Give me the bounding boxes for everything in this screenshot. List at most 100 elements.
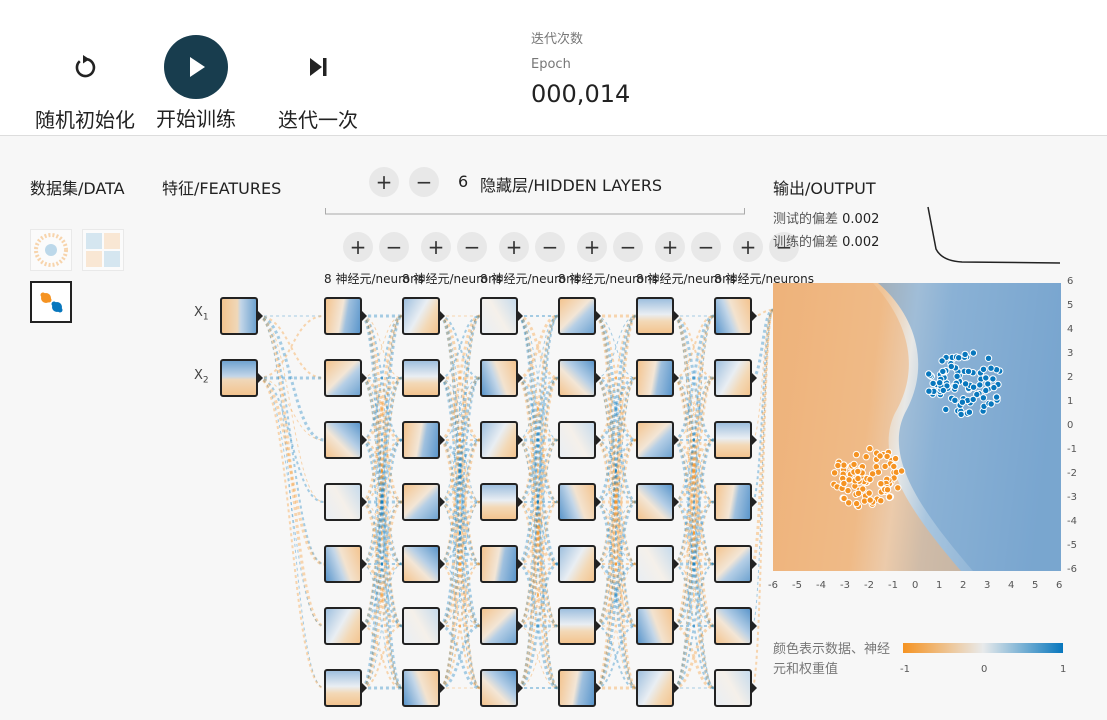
neuron-l3-n5[interactable]	[480, 545, 523, 583]
weight-link[interactable]	[517, 315, 559, 441]
test-loss: 测试的偏差 0.002	[773, 208, 879, 227]
neuron-l2-n6[interactable]	[402, 607, 445, 645]
weight-link[interactable]	[438, 314, 482, 628]
neuron-l4-n1[interactable]	[558, 297, 601, 335]
blue-data-point	[982, 374, 990, 382]
weight-link[interactable]	[361, 500, 403, 690]
blue-data-point	[992, 393, 1001, 401]
neuron-l3-n4[interactable]	[480, 483, 523, 521]
neuron-l6-n4[interactable]	[714, 483, 757, 521]
neuron-l2-n3[interactable]	[402, 421, 445, 459]
neuron-l3-n3[interactable]	[480, 421, 523, 459]
orange-data-point	[845, 499, 853, 507]
neuron-l4-n6[interactable]	[558, 607, 601, 645]
orange-data-point	[885, 493, 894, 501]
y-axis-tick: -3	[1067, 492, 1077, 503]
train-loss-value: 0.002	[842, 235, 880, 250]
feature-x2-node[interactable]	[220, 359, 263, 397]
x-axis-tick: -5	[792, 580, 802, 591]
neuron-l2-n2[interactable]	[402, 359, 445, 397]
neuron-l1-n6[interactable]	[324, 607, 367, 645]
blue-data-point	[982, 386, 990, 395]
blue-data-point	[947, 362, 956, 371]
neuron-l6-n5[interactable]	[714, 545, 757, 583]
neuron-l1-n5[interactable]	[324, 545, 367, 583]
weight-link[interactable]	[673, 315, 715, 503]
weight-link[interactable]	[517, 501, 559, 689]
neuron-l5-n5[interactable]	[636, 545, 679, 583]
weight-link[interactable]	[517, 315, 559, 503]
weight-link[interactable]	[517, 562, 559, 690]
weight-link[interactable]	[595, 314, 637, 504]
neuron-l4-n4[interactable]	[558, 483, 601, 521]
neuron-l6-n3[interactable]	[714, 421, 757, 459]
neuron-l1-n7[interactable]	[324, 669, 367, 707]
weight-link[interactable]	[257, 377, 325, 627]
neuron-l5-n2[interactable]	[636, 359, 679, 397]
weight-link[interactable]	[361, 314, 403, 504]
neuron-l2-n7[interactable]	[402, 669, 445, 707]
neuron-l3-n7[interactable]	[480, 669, 523, 707]
neuron-l6-n6[interactable]	[714, 607, 757, 645]
blue-data-point	[965, 408, 974, 416]
weight-link[interactable]	[361, 315, 403, 627]
neuron-l5-n4[interactable]	[636, 483, 679, 521]
neuron-l1-n4[interactable]	[324, 483, 367, 521]
weight-link[interactable]	[595, 315, 637, 627]
neuron-l6-n7[interactable]	[714, 669, 757, 707]
weight-link[interactable]	[439, 501, 481, 689]
legend-tick-mid: 0	[981, 664, 988, 675]
blue-data-point	[984, 354, 993, 363]
weight-link[interactable]	[257, 315, 325, 689]
weight-link[interactable]	[517, 315, 559, 627]
y-axis-tick: -4	[1067, 516, 1077, 527]
neuron-l2-n4[interactable]	[402, 483, 445, 521]
neuron-l1-n1[interactable]	[324, 297, 367, 335]
weight-link[interactable]	[673, 314, 715, 442]
weight-link[interactable]	[673, 501, 715, 689]
feature-x2-sub: 2	[202, 375, 209, 386]
neuron-l2-n5[interactable]	[402, 545, 445, 583]
orange-data-point	[852, 450, 861, 459]
neuron-l5-n7[interactable]	[636, 669, 679, 707]
weight-link[interactable]	[595, 500, 637, 690]
neuron-l2-n1[interactable]	[402, 297, 445, 335]
neuron-l6-n1[interactable]	[714, 297, 757, 335]
neuron-l6-n2[interactable]	[714, 359, 757, 397]
weight-link[interactable]	[673, 563, 715, 689]
blue-data-point	[969, 383, 978, 391]
weight-link[interactable]	[673, 377, 715, 689]
weight-link[interactable]	[257, 377, 325, 503]
orange-data-point	[891, 454, 900, 463]
weight-link[interactable]	[439, 315, 481, 503]
orange-data-point	[840, 461, 848, 469]
orange-data-point	[881, 462, 889, 471]
neuron-l3-n1[interactable]	[480, 297, 523, 335]
weight-link[interactable]	[439, 314, 481, 442]
x-axis-tick: 0	[912, 580, 919, 591]
weight-link[interactable]	[751, 309, 774, 627]
blue-data-point	[987, 400, 995, 408]
neuron-l5-n1[interactable]	[636, 297, 679, 335]
neuron-l4-n7[interactable]	[558, 669, 601, 707]
weight-link[interactable]	[361, 377, 403, 689]
weight-link[interactable]	[257, 377, 325, 689]
neuron-l3-n6[interactable]	[480, 607, 523, 645]
neuron-l5-n6[interactable]	[636, 607, 679, 645]
neuron-l4-n2[interactable]	[558, 359, 601, 397]
weight-link[interactable]	[516, 376, 560, 690]
x-axis-tick: 4	[1008, 580, 1015, 591]
weight-link[interactable]	[672, 314, 716, 628]
neuron-l4-n5[interactable]	[558, 545, 601, 583]
neuron-l3-n2[interactable]	[480, 359, 523, 397]
orange-data-point	[854, 467, 862, 476]
neuron-l4-n3[interactable]	[558, 421, 601, 459]
neuron-l1-n2[interactable]	[324, 359, 367, 397]
feature-x1-node[interactable]	[220, 297, 263, 335]
weight-link[interactable]	[595, 377, 637, 689]
weight-link[interactable]	[439, 563, 481, 689]
neuron-l1-n3[interactable]	[324, 421, 367, 459]
weight-link[interactable]	[439, 377, 481, 689]
neuron-l5-n3[interactable]	[636, 421, 679, 459]
x-axis-tick: 5	[1032, 580, 1039, 591]
